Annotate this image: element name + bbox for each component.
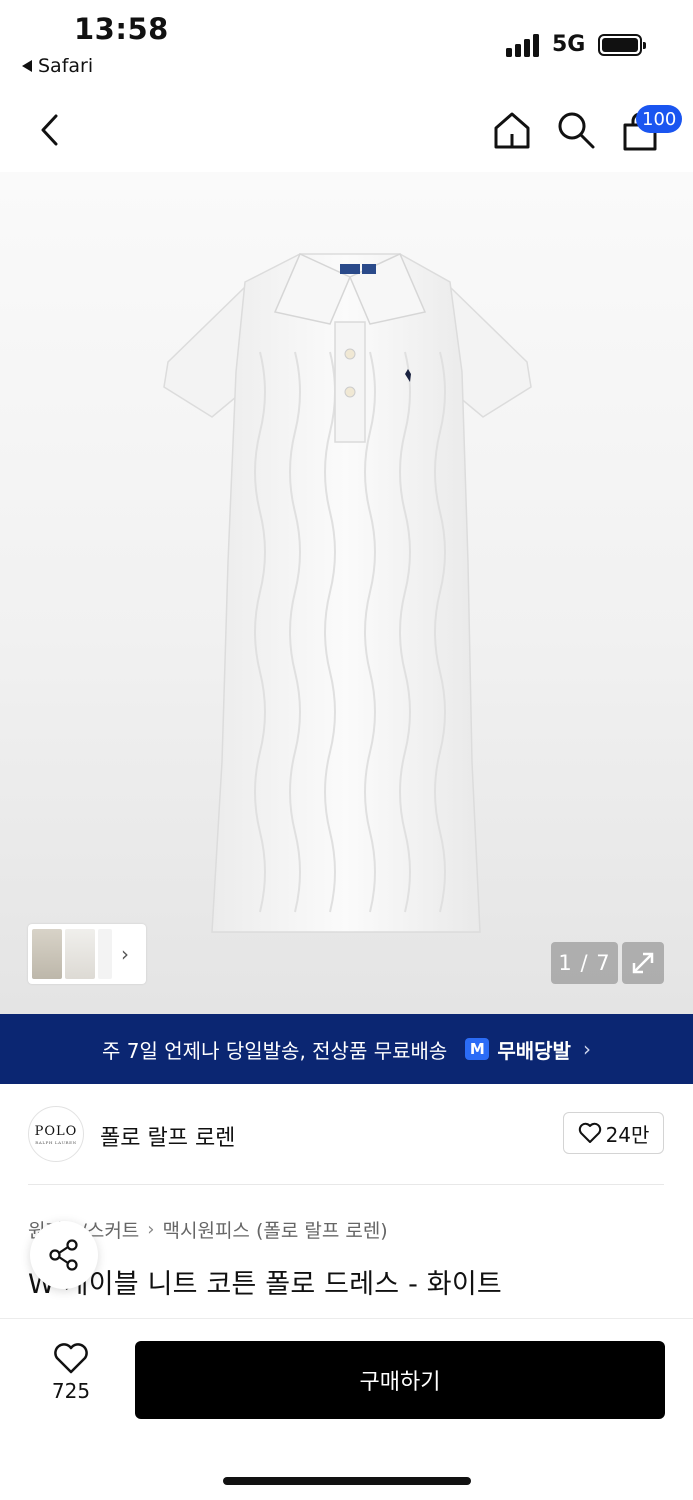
image-page-indicator: 1 / 7: [551, 942, 618, 984]
brand-logo[interactable]: POLO RALPH LAUREN: [28, 1106, 84, 1162]
m-badge-icon: M: [465, 1038, 490, 1060]
expand-image-button[interactable]: [622, 942, 664, 984]
thumbnail-image[interactable]: [65, 929, 95, 979]
banner-badge-text: 무배당발: [497, 1038, 571, 1063]
thumbnail-image[interactable]: [98, 929, 112, 979]
chevron-right-icon: ›: [121, 942, 129, 966]
back-triangle-icon: [22, 60, 32, 72]
battery-icon: [598, 34, 646, 56]
divider: [28, 1184, 664, 1185]
thumbnail-image[interactable]: [32, 929, 62, 979]
chevron-right-icon: ›: [147, 1219, 155, 1240]
brand-logo-subtext: RALPH LAUREN: [35, 1139, 77, 1145]
home-button[interactable]: [490, 108, 534, 152]
bottom-action-bar: 725 구매하기: [0, 1318, 693, 1500]
brand-name[interactable]: 폴로 랄프 로렌: [100, 1120, 235, 1152]
thumbnail-strip[interactable]: ›: [28, 924, 146, 984]
back-button[interactable]: [30, 108, 70, 152]
product-image: [163, 252, 532, 933]
product-image-gallery[interactable]: › 1 / 7: [0, 172, 693, 1014]
search-icon: [558, 112, 595, 149]
chevron-right-icon: ›: [582, 1037, 591, 1061]
wishlist-button[interactable]: 725: [40, 1343, 102, 1415]
home-icon: [494, 112, 530, 149]
chevron-left-icon: [41, 114, 58, 146]
status-bar: 13:58 Safari 5G: [0, 0, 693, 90]
search-button[interactable]: [554, 108, 598, 152]
cart-count-badge: 100: [636, 105, 683, 133]
brand-row: POLO RALPH LAUREN 폴로 랄프 로렌 24만: [0, 1098, 693, 1170]
banner-text: 주 7일 언제나 당일발송, 전상품 무료배송: [102, 1038, 448, 1063]
signal-icon: [506, 33, 542, 57]
share-icon: [49, 1239, 78, 1271]
expand-icon: [632, 952, 654, 974]
status-time: 13:58: [74, 12, 169, 46]
share-button[interactable]: [30, 1221, 98, 1289]
network-label: 5G: [552, 32, 586, 57]
breadcrumb-subcategory[interactable]: 맥시원피스 (폴로 랄프 로렌): [163, 1216, 388, 1243]
product-title: W 케이블 니트 코튼 폴로 드레스 - 화이트: [28, 1269, 502, 1300]
buy-button[interactable]: 구매하기: [135, 1341, 665, 1419]
wishlist-count: 725: [51, 1379, 91, 1403]
heart-icon: [578, 1122, 601, 1143]
back-to-app[interactable]: Safari: [22, 55, 93, 77]
home-indicator[interactable]: [223, 1477, 471, 1485]
brand-like-button[interactable]: 24만: [563, 1112, 664, 1154]
brand-like-count: 24만: [605, 1122, 650, 1147]
heart-icon: [54, 1343, 88, 1374]
top-nav: [0, 92, 693, 172]
shipping-promo-banner[interactable]: 주 7일 언제나 당일발송, 전상품 무료배송 M 무배당발 ›: [0, 1014, 693, 1084]
back-app-label: Safari: [38, 55, 94, 77]
brand-logo-text: POLO: [34, 1123, 78, 1139]
